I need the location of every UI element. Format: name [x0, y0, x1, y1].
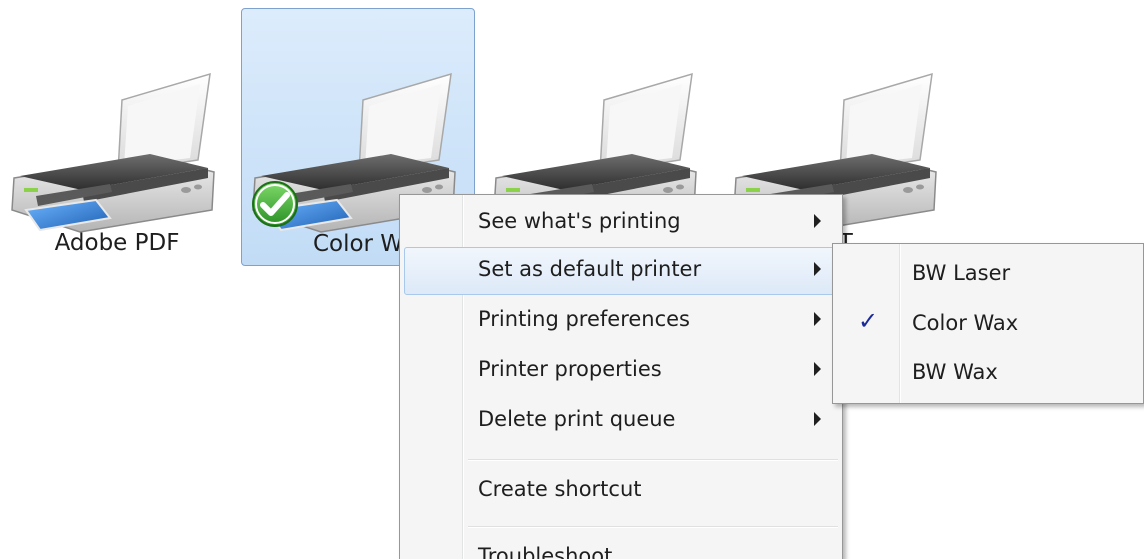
submenu-item-label: BW Wax — [912, 360, 998, 384]
printer-context-menu: See what's printing Set as default print… — [399, 194, 843, 559]
printer-icon — [0, 60, 234, 235]
submenu-arrow-icon — [814, 412, 821, 426]
printer-label: Adobe PDF — [54, 230, 180, 256]
submenu-item-label: BW Laser — [912, 261, 1011, 285]
submenu-arrow-icon — [814, 312, 821, 326]
default-printer-check-icon — [252, 181, 298, 227]
submenu-arrow-icon — [814, 262, 821, 276]
menu-separator — [468, 459, 838, 461]
default-printer-submenu: BW Laser ✓ Color Wax BW Wax — [832, 243, 1144, 404]
menu-item-troubleshoot[interactable]: Troubleshoot — [404, 534, 838, 559]
menu-item-label: Create shortcut — [478, 477, 642, 501]
menu-item-delete-print-queue[interactable]: Delete print queue — [404, 397, 838, 445]
menu-item-label: Troubleshoot — [478, 544, 613, 559]
printer-tile-adobe-pdf[interactable]: Adobe PDF — [0, 8, 234, 266]
menu-item-label: Set as default printer — [478, 257, 702, 281]
printers-window: Adobe PDF Color W l T See what's printin… — [0, 0, 1144, 559]
submenu-item-label: Color Wax — [912, 311, 1019, 335]
submenu-item-color-wax[interactable]: ✓ Color Wax — [837, 301, 1139, 349]
menu-item-create-shortcut[interactable]: Create shortcut — [404, 467, 838, 515]
menu-item-label: Printing preferences — [478, 307, 690, 331]
menu-item-printing-preferences[interactable]: Printing preferences — [404, 297, 838, 345]
menu-item-label: Printer properties — [478, 357, 662, 381]
submenu-item-bw-wax[interactable]: BW Wax — [837, 350, 1139, 398]
menu-item-label: See what's printing — [478, 209, 681, 233]
menu-item-see-whats-printing[interactable]: See what's printing — [404, 199, 838, 247]
menu-separator — [468, 526, 838, 528]
submenu-arrow-icon — [814, 362, 821, 376]
checkmark-icon: ✓ — [858, 307, 879, 335]
submenu-arrow-icon — [814, 214, 821, 228]
menu-item-label: Delete print queue — [478, 407, 676, 431]
menu-item-set-as-default-printer[interactable]: Set as default printer — [404, 247, 838, 295]
menu-item-printer-properties[interactable]: Printer properties — [404, 347, 838, 395]
submenu-item-bw-laser[interactable]: BW Laser — [837, 251, 1139, 299]
